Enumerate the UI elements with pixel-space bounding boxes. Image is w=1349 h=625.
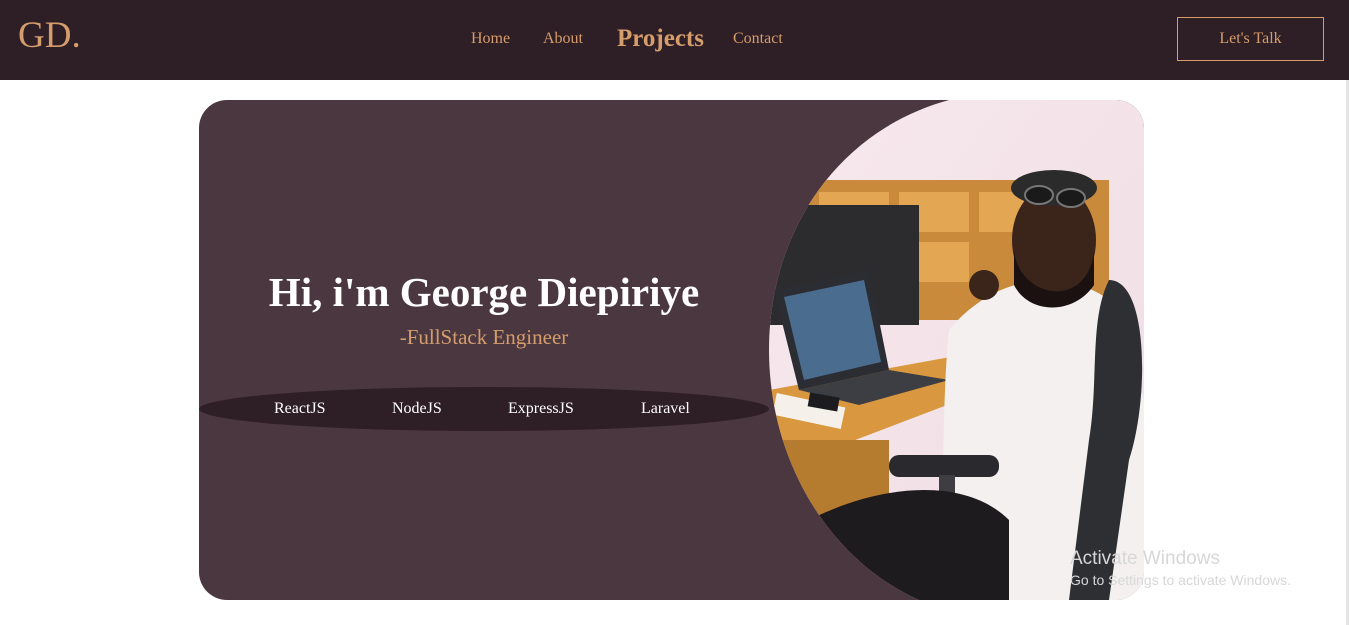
profile-photo-illustration	[769, 100, 1144, 600]
nav-link-home[interactable]: Home	[471, 30, 510, 48]
lets-talk-button[interactable]: Let's Talk	[1177, 17, 1324, 61]
skill-nodejs: NodeJS	[392, 400, 442, 417]
skill-expressjs: ExpressJS	[508, 400, 574, 417]
hero-title: Hi, i'm George Diepiriye	[268, 269, 700, 315]
watermark-subtitle: Go to Settings to activate Windows.	[1070, 572, 1291, 588]
skills-pill: ReactJS NodeJS ExpressJS Laravel	[199, 387, 769, 431]
profile-photo	[769, 100, 1144, 600]
navbar: GD. Home About Projects Contact Let's Ta…	[0, 0, 1349, 80]
hero-card: Hi, i'm George Diepiriye -FullStack Engi…	[199, 100, 1144, 600]
skill-reactjs: ReactJS	[274, 400, 326, 417]
nav-link-projects[interactable]: Projects	[617, 25, 704, 53]
skill-laravel: Laravel	[641, 400, 690, 417]
nav-links: Home About Projects Contact	[0, 0, 1349, 80]
watermark-title: Activate Windows	[1070, 548, 1220, 569]
windows-activation-watermark: Activate Windows Go to Settings to activ…	[1070, 548, 1291, 588]
nav-link-about[interactable]: About	[543, 30, 583, 48]
nav-link-contact[interactable]: Contact	[733, 30, 783, 48]
hero-subtitle: -FullStack Engineer	[399, 325, 569, 349]
